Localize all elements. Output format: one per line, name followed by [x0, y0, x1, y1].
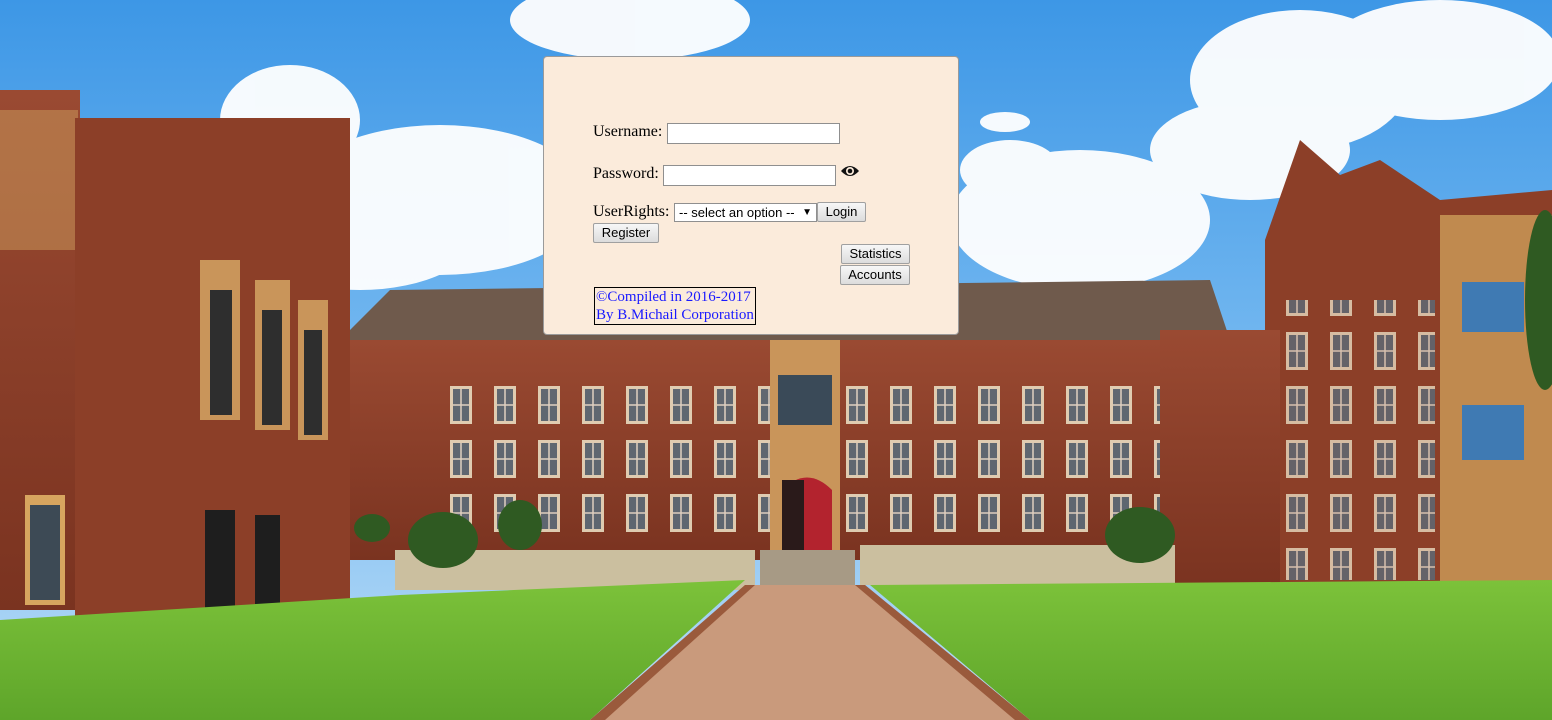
userrights-selected-option: -- select an option -- — [679, 205, 795, 220]
username-label: Username: — [593, 123, 663, 140]
copyright-line-1: ©Compiled in 2016-2017 — [596, 289, 751, 305]
statistics-button[interactable]: Statistics — [841, 244, 910, 264]
password-label: Password: — [593, 165, 659, 182]
accounts-button[interactable]: Accounts — [840, 265, 910, 285]
userrights-label: UserRights: — [593, 203, 670, 220]
copyright-line-2: By B.Michail Corporation — [596, 307, 754, 323]
eye-icon[interactable] — [840, 164, 860, 178]
username-input[interactable] — [667, 123, 840, 144]
register-button[interactable]: Register — [593, 223, 659, 243]
userrights-select[interactable]: -- select an option -- ▼ — [674, 203, 817, 222]
password-input[interactable] — [663, 165, 836, 186]
copyright-notice: ©Compiled in 2016-2017 By B.Michail Corp… — [594, 287, 756, 325]
login-panel: Username: Password: UserRights: -- selec… — [543, 56, 959, 335]
dropdown-arrow-icon: ▼ — [802, 207, 812, 218]
login-button[interactable]: Login — [817, 202, 866, 222]
